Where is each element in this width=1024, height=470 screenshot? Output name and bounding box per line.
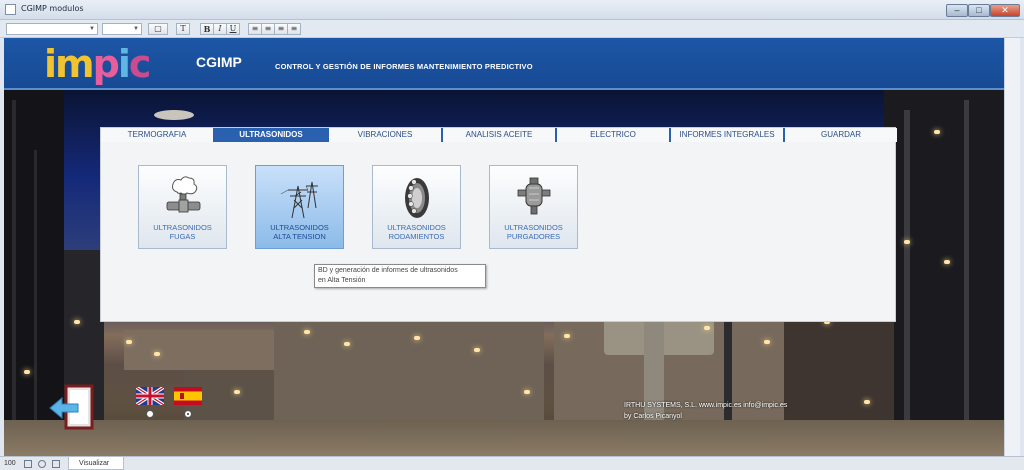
tab-informes-integrales[interactable]: INFORMES INTEGRALES xyxy=(671,128,785,142)
zoom-out-icon[interactable] xyxy=(24,460,32,468)
tab-vibraciones[interactable]: VIBRACIONES xyxy=(329,128,443,142)
status-bar: 100 Visualizar xyxy=(0,456,1024,470)
steam-trap-icon xyxy=(517,177,551,215)
tile-label: ULTRASONIDOS FUGAS xyxy=(153,223,212,241)
language-radio-es[interactable] xyxy=(184,410,192,418)
close-button[interactable]: ✕ xyxy=(990,4,1020,17)
leak-icon xyxy=(166,176,201,213)
tooltip: BD y generación de informes de ultrasoni… xyxy=(314,264,486,288)
minimize-button[interactable]: – xyxy=(946,4,968,17)
tab-analisis-aceite[interactable]: ANALISIS ACEITE xyxy=(443,128,557,142)
module-tabs: TERMOGRAFIA ULTRASONIDOS VIBRACIONES ANA… xyxy=(101,128,897,142)
zoom-level: 100 xyxy=(4,460,16,467)
ultrasonidos-fugas-button[interactable]: ULTRASONIDOS FUGAS xyxy=(138,165,227,249)
justify-button[interactable]: ≡ xyxy=(287,23,301,35)
border-style-button[interactable]: ▢ xyxy=(148,23,168,35)
ultrasonidos-rodamientos-button[interactable]: ULTRASONIDOS RODAMIENTOS xyxy=(372,165,461,249)
app-header: impic CGIMP CONTROL Y GESTIÓN DE INFORME… xyxy=(4,38,1004,90)
bearing-icon xyxy=(405,178,429,218)
chevron-down-icon: ▼ xyxy=(89,26,95,32)
flag-spain-icon[interactable] xyxy=(174,387,202,405)
font-size-combo[interactable]: ▼ xyxy=(102,23,142,35)
align-center-button[interactable]: ≡ xyxy=(261,23,275,35)
language-radio-en[interactable] xyxy=(146,410,154,418)
tab-termografia[interactable]: TERMOGRAFIA xyxy=(101,128,215,142)
form-canvas: impic CGIMP CONTROL Y GESTIÓN DE INFORME… xyxy=(4,38,1004,456)
power-tower-icon xyxy=(280,181,318,219)
window-title: CGIMP modulos xyxy=(21,4,84,13)
flag-uk-icon[interactable] xyxy=(136,387,164,405)
ultrasonidos-purgadores-button[interactable]: ULTRASONIDOS PURGADORES xyxy=(489,165,578,249)
app-subtitle: CONTROL Y GESTIÓN DE INFORMES MANTENIMIE… xyxy=(275,62,533,71)
tab-ultrasonidos[interactable]: ULTRASONIDOS xyxy=(215,128,329,142)
bold-button[interactable]: B xyxy=(200,23,214,35)
align-right-button[interactable]: ≡ xyxy=(274,23,288,35)
vertical-scrollbar[interactable] xyxy=(1004,38,1020,456)
exit-door-icon[interactable] xyxy=(48,384,96,432)
credits: IRTHU SYSTEMS, S.L. www.impic.es info@im… xyxy=(624,402,788,420)
underline-button[interactable]: U xyxy=(226,23,240,35)
chevron-down-icon: ▼ xyxy=(133,26,139,32)
tile-label: ULTRASONIDOS ALTA TENSION xyxy=(270,223,329,241)
impic-logo: impic xyxy=(44,42,151,86)
maximize-button[interactable]: □ xyxy=(968,4,990,17)
ultrasonidos-alta-tension-button[interactable]: ULTRASONIDOS ALTA TENSION xyxy=(255,165,344,249)
tile-label: ULTRASONIDOS PURGADORES xyxy=(504,223,563,241)
module-panel: TERMOGRAFIA ULTRASONIDOS VIBRACIONES ANA… xyxy=(100,127,897,322)
app-icon xyxy=(5,4,16,15)
ground xyxy=(4,420,1004,456)
tab-guardar[interactable]: GUARDAR xyxy=(785,128,897,142)
italic-button[interactable]: I xyxy=(213,23,227,35)
zoom-in-icon[interactable] xyxy=(38,460,46,468)
app-name: CGIMP xyxy=(196,54,242,70)
text-format-button[interactable]: T xyxy=(176,23,190,35)
tab-electrico[interactable]: ELECTRICO xyxy=(557,128,671,142)
title-bar: CGIMP modulos – □ ✕ xyxy=(0,0,1024,20)
tile-label: ULTRASONIDOS RODAMIENTOS xyxy=(387,223,446,241)
format-toolbar: ▼ ▼ ▢ T B I U ≡ ≡ ≡ ≡ xyxy=(0,20,1024,38)
align-left-button[interactable]: ≡ xyxy=(248,23,262,35)
view-tab-visualizar[interactable]: Visualizar xyxy=(68,457,124,470)
fit-page-icon[interactable] xyxy=(52,460,60,468)
font-name-combo[interactable]: ▼ xyxy=(6,23,98,35)
